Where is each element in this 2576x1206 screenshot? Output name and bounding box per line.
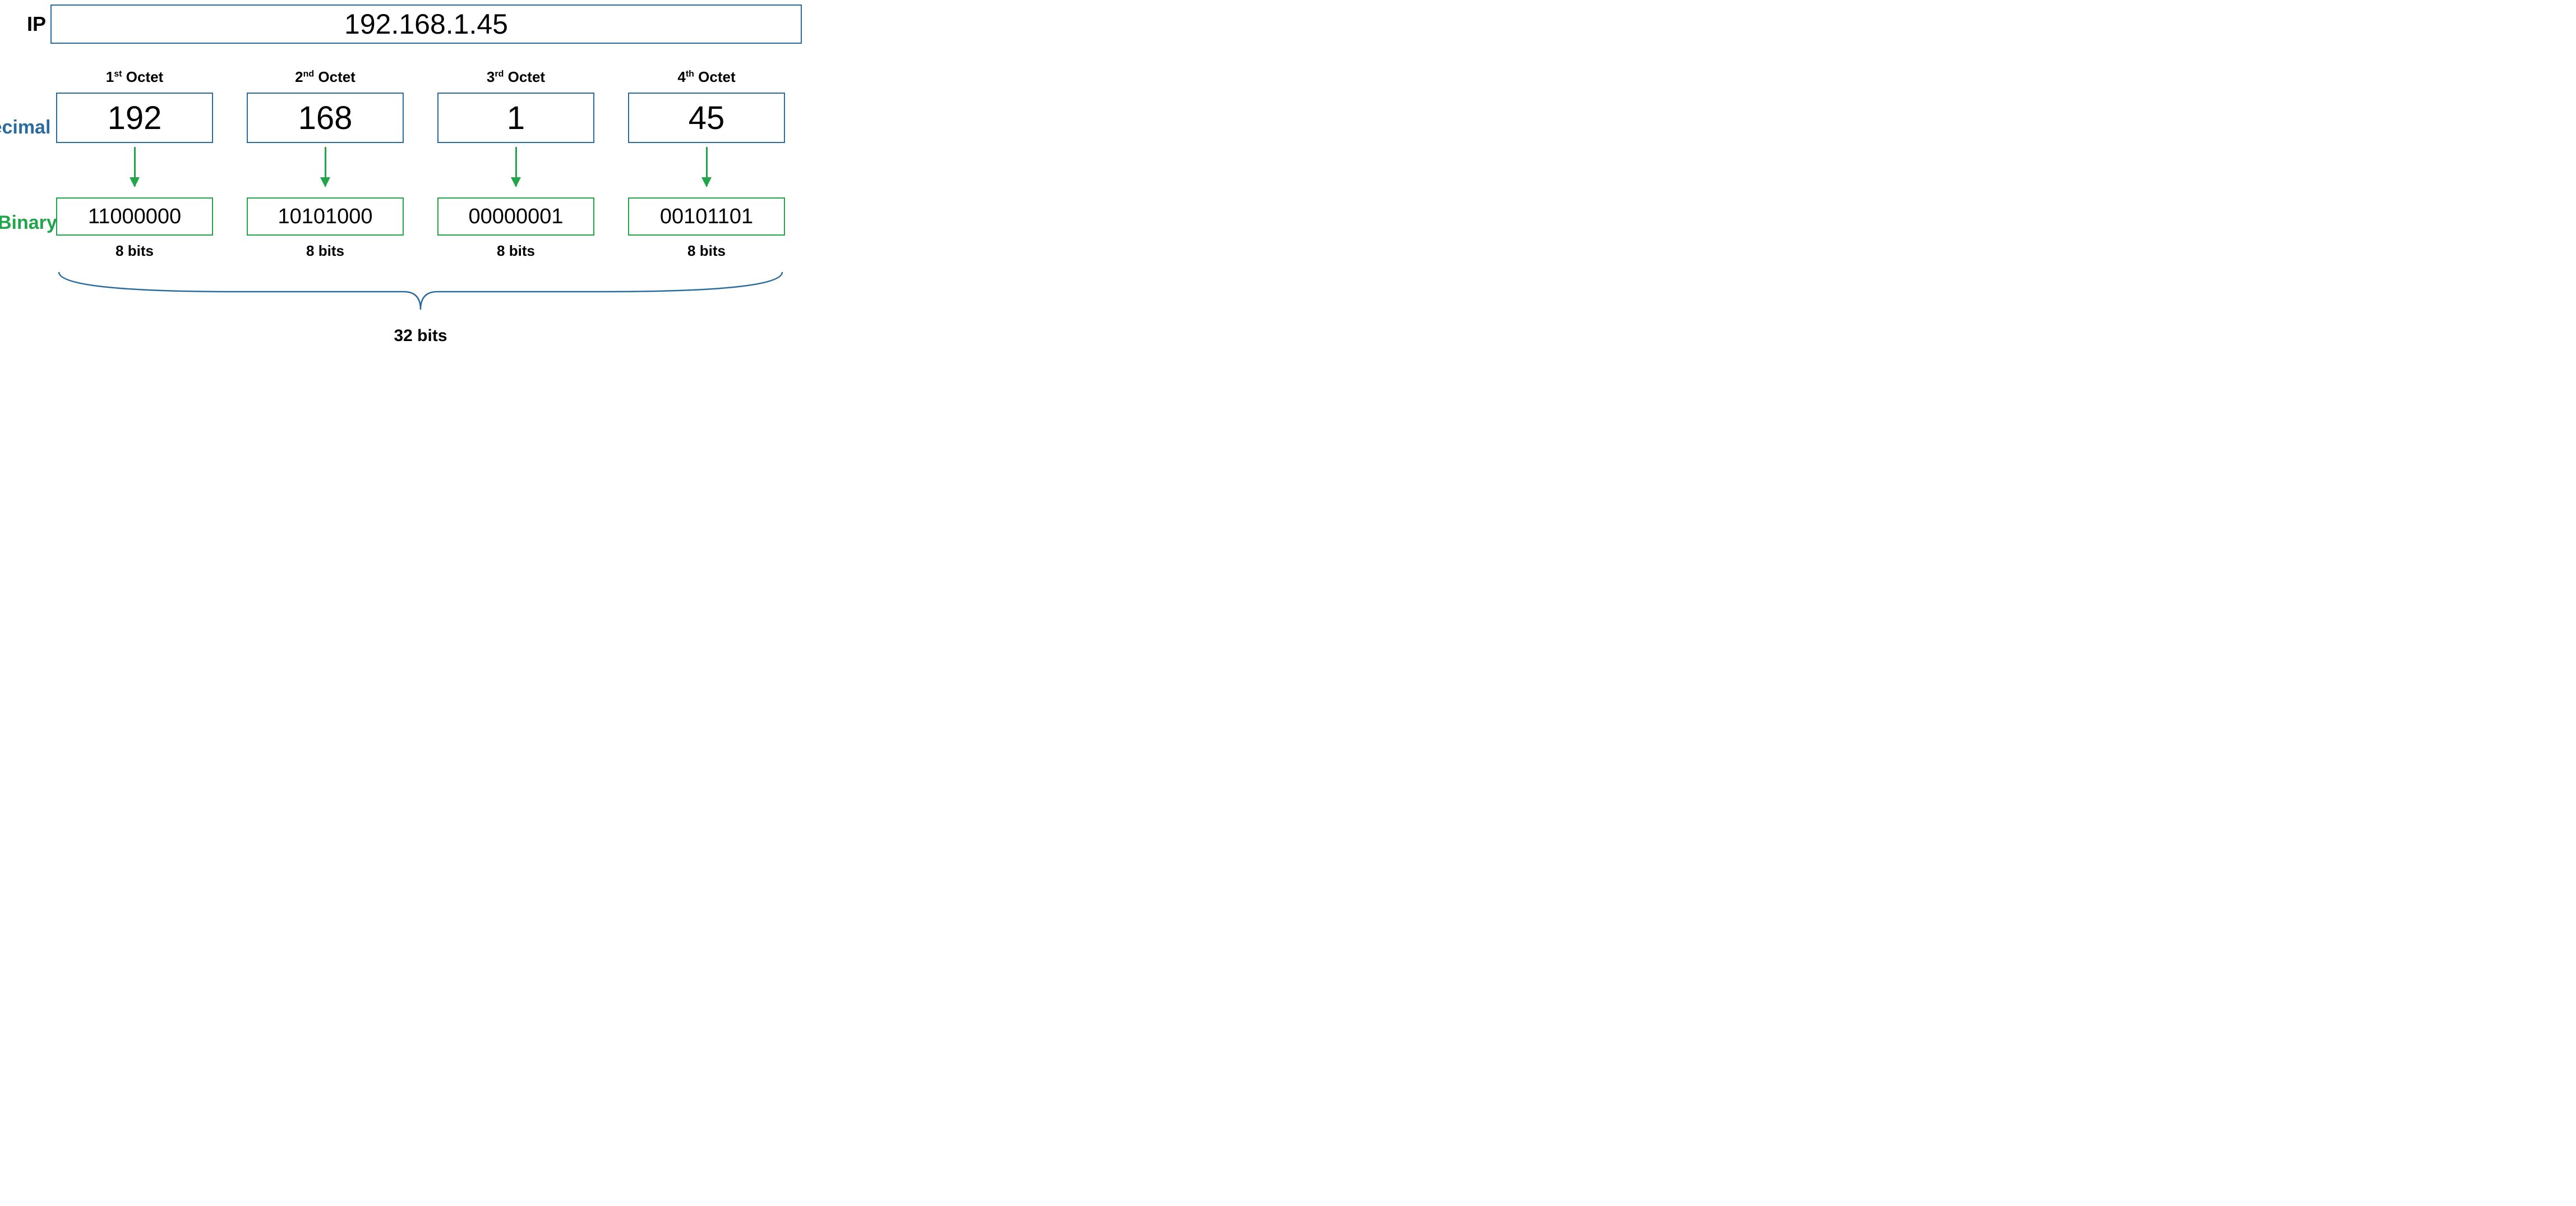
binary-value: 00101101	[660, 205, 753, 229]
binary-box-4: 00101101	[628, 197, 785, 236]
arrow-icon	[134, 147, 136, 186]
decimal-box-3: 1	[437, 93, 594, 143]
bits-label-2: 8 bits	[247, 242, 404, 260]
decimal-box-4: 45	[628, 93, 785, 143]
ip-address-box: 192.168.1.45	[50, 4, 802, 44]
octet-num: 2	[295, 68, 303, 85]
arrow-icon	[515, 147, 517, 186]
bits-label-1: 8 bits	[56, 242, 213, 260]
octet-suffix: rd	[495, 69, 504, 79]
bits-label-4: 8 bits	[628, 242, 785, 260]
octet-suffix: st	[114, 69, 122, 79]
decimal-value: 168	[298, 99, 353, 137]
decimal-box-1: 192	[56, 93, 213, 143]
octet-num: 3	[487, 68, 495, 85]
total-bits-label: 32 bits	[56, 326, 785, 346]
octet-suffix: nd	[303, 69, 315, 79]
decimal-value: 1	[507, 99, 525, 137]
binary-row-label: Binary	[0, 212, 51, 234]
octet-title-1: 1st Octet	[56, 68, 213, 86]
binary-box-3: 00000001	[437, 197, 594, 236]
decimal-value: 192	[108, 99, 162, 137]
binary-value: 00000001	[468, 205, 563, 229]
octet-num: 4	[677, 68, 685, 85]
octet-word: Octet	[122, 68, 164, 85]
arrow-icon	[325, 147, 326, 186]
brace-icon	[56, 269, 785, 314]
decimal-box-2: 168	[247, 93, 404, 143]
binary-box-2: 10101000	[247, 197, 404, 236]
octet-word: Octet	[504, 68, 545, 85]
octet-word: Octet	[314, 68, 356, 85]
octet-suffix: th	[686, 69, 694, 79]
octet-word: Octet	[694, 68, 736, 85]
arrow-icon	[706, 147, 708, 186]
octet-title-3: 3rd Octet	[437, 68, 594, 86]
decimal-row-label: Decimal	[0, 117, 50, 139]
binary-value: 11000000	[88, 205, 181, 229]
bits-label-3: 8 bits	[437, 242, 594, 260]
ip-row-label: IP	[6, 12, 46, 36]
octet-title-4: 4th Octet	[628, 68, 785, 86]
ip-address-value: 192.168.1.45	[344, 8, 508, 40]
binary-box-1: 11000000	[56, 197, 213, 236]
decimal-value: 45	[689, 99, 725, 137]
octet-title-2: 2nd Octet	[247, 68, 404, 86]
octet-num: 1	[106, 68, 114, 85]
binary-value: 10101000	[278, 205, 372, 229]
